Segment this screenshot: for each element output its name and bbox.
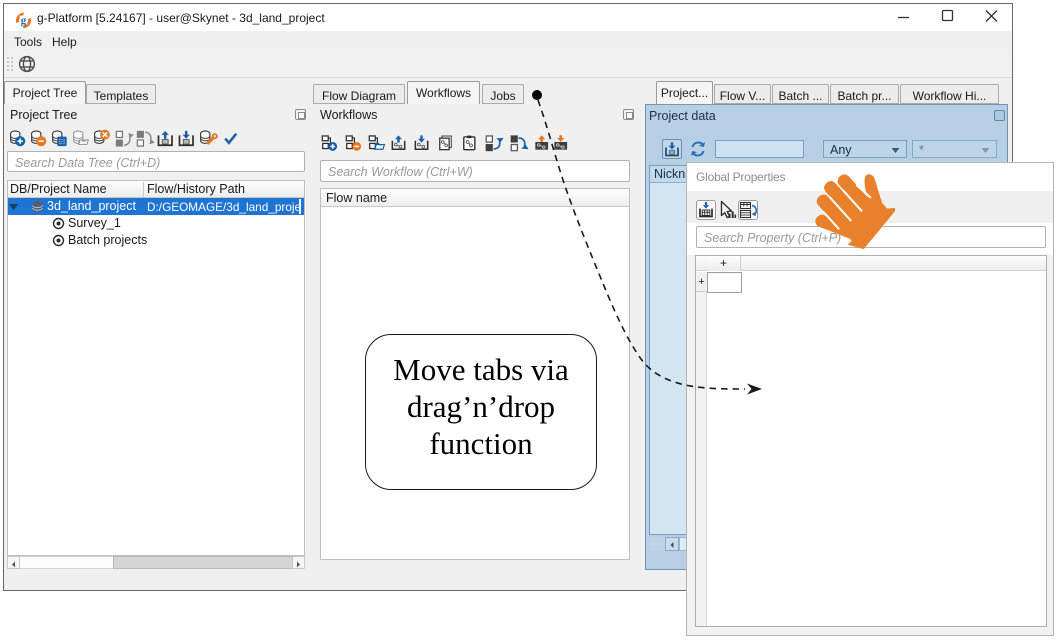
svg-text:g: g (21, 15, 27, 27)
